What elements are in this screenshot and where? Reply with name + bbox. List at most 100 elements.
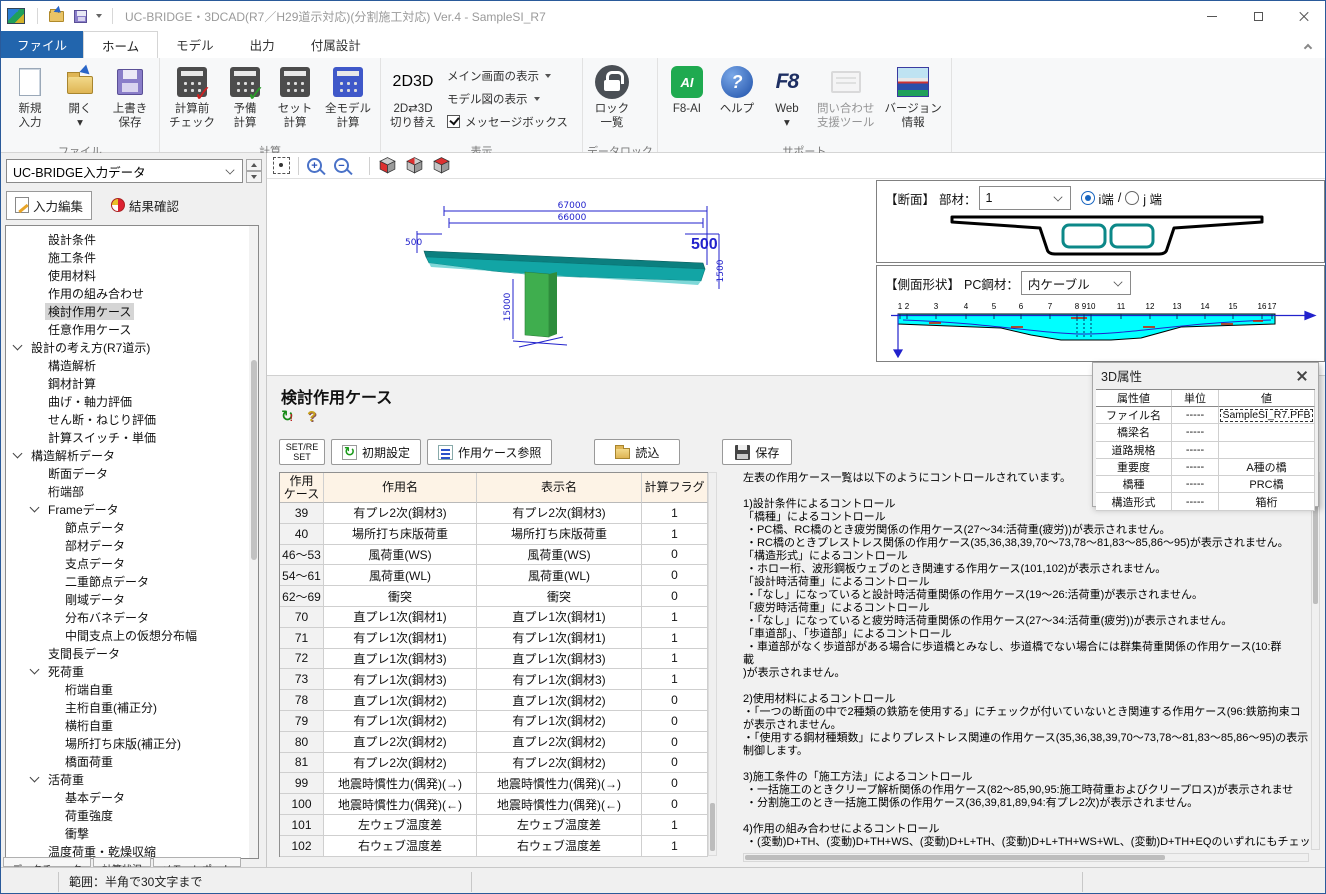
tree-item[interactable]: 死荷重 [6, 662, 249, 680]
sidebar-bottom-tab-2[interactable]: メモ・レポート [153, 857, 241, 867]
tree-item[interactable]: 中間支点上の仮想分布幅 [6, 626, 249, 644]
table-cell[interactable]: 有プレ1次(鋼材3) [324, 669, 477, 690]
info-vertical-scrollbar[interactable] [1311, 472, 1320, 850]
table-cell[interactable]: 直プレ1次(鋼材1) [477, 607, 642, 628]
tree-scroll-thumb[interactable] [251, 360, 257, 560]
table-cell[interactable]: 79 [280, 711, 324, 732]
table-row[interactable]: 39有プレ2次(鋼材3)有プレ2次(鋼材3)1 [280, 503, 708, 524]
table-cell[interactable]: 右ウェブ温度差 [324, 836, 477, 857]
fit-view-icon[interactable] [273, 157, 290, 174]
quick-open-button[interactable] [45, 6, 67, 26]
message-box-checkbox[interactable]: メッセージボックス [443, 110, 572, 133]
table-cell[interactable]: 地震時慣性力(偶発)(→) [477, 773, 642, 794]
attr-value-cell[interactable]: 箱桁 [1219, 493, 1315, 509]
table-cell[interactable]: 0 [642, 565, 708, 586]
tree-item[interactable]: 衝撃 [6, 824, 249, 842]
chevron-expanded-icon[interactable] [30, 665, 40, 675]
close-icon[interactable] [1294, 368, 1310, 384]
spinner-down-button[interactable] [246, 171, 262, 183]
chevron-expanded-icon[interactable] [30, 503, 40, 513]
input-edit-button[interactable]: 入力編集 [6, 191, 92, 220]
tree-scrollbar[interactable] [249, 226, 258, 858]
attr-value-cell[interactable]: A種の橋 [1219, 459, 1315, 475]
table-row[interactable]: 40場所打ち床版荷重場所打ち床版荷重1 [280, 524, 708, 545]
zoom-in-icon[interactable]: + [307, 158, 322, 173]
set-reset-button[interactable]: SET/RE SET [279, 439, 325, 465]
table-scroll-thumb[interactable] [710, 803, 715, 851]
table-cell[interactable]: 72 [280, 649, 324, 670]
table-cell[interactable]: 風荷重(WS) [324, 545, 477, 566]
table-cell[interactable]: 直プレ2次(鋼材2) [324, 732, 477, 753]
table-row[interactable]: 101左ウェブ温度差左ウェブ温度差1 [280, 815, 708, 836]
table-cell[interactable]: 0 [642, 753, 708, 774]
ribbon-button-new-file[interactable]: 新規入力 [5, 60, 55, 142]
table-cell[interactable]: 左ウェブ温度差 [477, 815, 642, 836]
tree-item[interactable]: Frameデータ [6, 500, 249, 518]
table-cell[interactable]: 101 [280, 815, 324, 836]
table-cell[interactable]: 場所打ち床版荷重 [324, 524, 477, 545]
table-row[interactable]: 100地震時慣性力(偶発)(←)地震時慣性力(偶発)(←)0 [280, 794, 708, 815]
model-viewport[interactable]: 67000 66000 500 500 15000 1500 【断面】 部材： … [267, 179, 1326, 375]
table-cell[interactable]: 1 [642, 628, 708, 649]
table-cell[interactable]: 風荷重(WL) [324, 565, 477, 586]
tree-item[interactable]: 設計の考え方(R7道示) [6, 338, 249, 356]
ribbon-menu-1[interactable]: モデル図の表示 [443, 87, 572, 110]
table-cell[interactable]: 100 [280, 794, 324, 815]
ribbon-button-save-floppy[interactable]: 上書き保存 [105, 60, 155, 142]
table-cell[interactable]: 有プレ2次(鋼材3) [477, 503, 642, 524]
tree-item[interactable]: 断面データ [6, 464, 249, 482]
tree-item[interactable]: 横桁自重 [6, 716, 249, 734]
tree-item[interactable]: 剛域データ [6, 590, 249, 608]
table-row[interactable]: 79有プレ1次(鋼材2)有プレ1次(鋼材2)0 [280, 711, 708, 732]
table-cell[interactable]: 0 [642, 773, 708, 794]
tree-item[interactable]: 計算スイッチ・単価 [6, 428, 249, 446]
table-cell[interactable]: 有プレ2次(鋼材3) [324, 503, 477, 524]
table-cell[interactable]: 73 [280, 669, 324, 690]
tree-item[interactable]: 検討作用ケース [6, 302, 249, 320]
chevron-expanded-icon[interactable] [13, 341, 23, 351]
table-cell[interactable]: 40 [280, 524, 324, 545]
attr-value-cell[interactable] [1219, 424, 1315, 440]
table-cell[interactable]: 右ウェブ温度差 [477, 836, 642, 857]
table-row[interactable]: 99地震時慣性力(偶発)(→)地震時慣性力(偶発)(→)0 [280, 773, 708, 794]
table-cell[interactable]: 1 [642, 607, 708, 628]
table-cell[interactable]: 0 [642, 794, 708, 815]
table-cell[interactable]: 39 [280, 503, 324, 524]
table-cell[interactable]: 左ウェブ温度差 [324, 815, 477, 836]
help-icon[interactable]: ? [307, 408, 316, 425]
tree-item[interactable]: 橋面荷重 [6, 752, 249, 770]
tree-item[interactable]: 施工条件 [6, 248, 249, 266]
table-row[interactable]: 54〜61風荷重(WL)風荷重(WL)0 [280, 565, 708, 586]
ribbon-menu-0[interactable]: メイン画面の表示 [443, 64, 572, 87]
table-cell[interactable]: 0 [642, 711, 708, 732]
ribbon-button-switch-2d3d[interactable]: 2D3D2D⇄3D切り替え [385, 60, 441, 142]
table-row[interactable]: 62〜69衝突衝突0 [280, 586, 708, 607]
table-cell[interactable]: 直プレ1次(鋼材1) [324, 607, 477, 628]
table-cell[interactable]: 0 [642, 586, 708, 607]
table-cell[interactable]: 有プレ2次(鋼材2) [324, 753, 477, 774]
spinner-up-button[interactable] [246, 159, 262, 171]
table-cell[interactable]: 風荷重(WS) [477, 545, 642, 566]
quick-save-button[interactable] [69, 6, 91, 26]
info-horizontal-scrollbar[interactable] [743, 853, 1309, 862]
table-row[interactable]: 102右ウェブ温度差右ウェブ温度差1 [280, 836, 708, 857]
sidebar-bottom-tab-0[interactable]: データチェック [3, 857, 91, 867]
table-cell[interactable]: 有プレ1次(鋼材1) [477, 628, 642, 649]
table-cell[interactable]: 1 [642, 524, 708, 545]
tree-item[interactable]: 作用の組み合わせ [6, 284, 249, 302]
tree-item[interactable]: 節点データ [6, 518, 249, 536]
sidebar-bottom-tab-1[interactable]: 計算状況 [93, 857, 151, 867]
tree-item[interactable]: 任意作用ケース [6, 320, 249, 338]
chevron-expanded-icon[interactable] [13, 449, 23, 459]
tree-item[interactable]: 使用材料 [6, 266, 249, 284]
tree-item[interactable]: 支点データ [6, 554, 249, 572]
qat-customize-dropdown[interactable] [92, 6, 106, 26]
table-cell[interactable]: 直プレ1次(鋼材3) [477, 649, 642, 670]
table-cell[interactable]: 0 [642, 545, 708, 566]
table-cell[interactable]: 102 [280, 836, 324, 857]
table-cell[interactable]: 1 [642, 503, 708, 524]
table-cell[interactable]: 地震時慣性力(偶発)(→) [324, 773, 477, 794]
ribbon-button-lock[interactable]: ロック一覧 [587, 60, 637, 142]
i-end-radio[interactable] [1081, 191, 1095, 205]
ribbon-button-calc-pre[interactable]: ✓予備計算 [220, 60, 270, 142]
